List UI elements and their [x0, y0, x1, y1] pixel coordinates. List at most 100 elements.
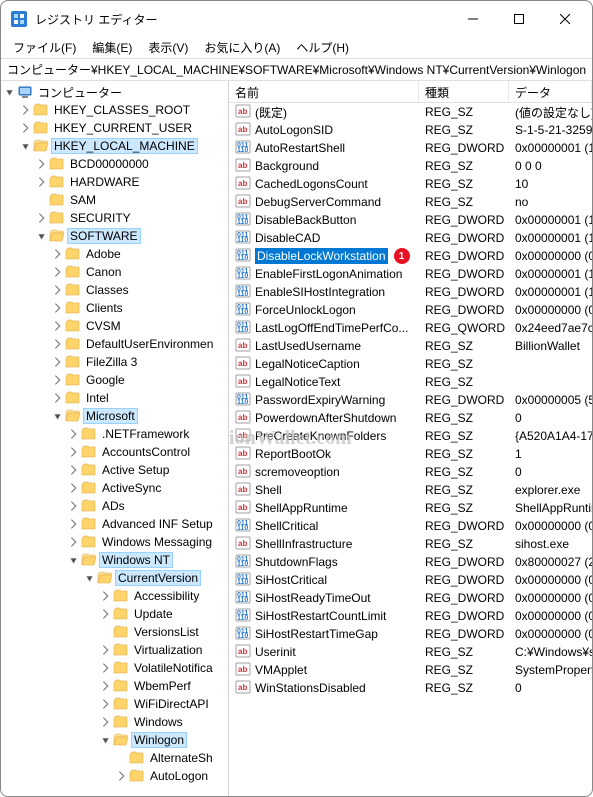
- value-row[interactable]: EnableSIHostIntegrationREG_DWORD0x000000…: [229, 283, 592, 301]
- tree-item[interactable]: FileZilla 3: [3, 353, 228, 371]
- value-row[interactable]: SiHostReadyTimeOutREG_DWORD0x00000000 (0…: [229, 589, 592, 607]
- expand-icon[interactable]: [67, 463, 81, 477]
- list-pane[interactable]: 名前 種類 データ (既定)REG_SZ(値の設定なし)AutoLogonSID…: [229, 81, 592, 796]
- tree-item[interactable]: Clients: [3, 299, 228, 317]
- column-data[interactable]: データ: [509, 81, 592, 102]
- value-row[interactable]: LegalNoticeCaptionREG_SZ: [229, 355, 592, 373]
- menu-file[interactable]: ファイル(F): [5, 37, 84, 58]
- expand-icon[interactable]: [99, 679, 113, 693]
- tree-item[interactable]: CurrentVersion: [3, 569, 228, 587]
- tree-item[interactable]: WbemPerf: [3, 677, 228, 695]
- tree-item[interactable]: DefaultUserEnvironmen: [3, 335, 228, 353]
- collapse-icon[interactable]: [51, 409, 65, 423]
- expand-icon[interactable]: [99, 697, 113, 711]
- value-row[interactable]: PowerdownAfterShutdownREG_SZ0: [229, 409, 592, 427]
- expand-icon[interactable]: [51, 337, 65, 351]
- tree-item[interactable]: WiFiDirectAPI: [3, 695, 228, 713]
- tree-item[interactable]: Active Setup: [3, 461, 228, 479]
- value-row[interactable]: SiHostRestartTimeGapREG_DWORD0x00000000 …: [229, 625, 592, 643]
- tree-item[interactable]: AccountsControl: [3, 443, 228, 461]
- menu-view[interactable]: 表示(V): [140, 37, 196, 58]
- tree-item[interactable]: Windows NT: [3, 551, 228, 569]
- minimize-button[interactable]: [450, 3, 496, 35]
- tree-item[interactable]: Virtualization: [3, 641, 228, 659]
- expand-icon[interactable]: [35, 211, 49, 225]
- tree-item[interactable]: Update: [3, 605, 228, 623]
- tree-item[interactable]: Advanced INF Setup: [3, 515, 228, 533]
- value-row[interactable]: ShutdownFlagsREG_DWORD0x80000027 (214: [229, 553, 592, 571]
- value-row[interactable]: SiHostRestartCountLimitREG_DWORD0x000000…: [229, 607, 592, 625]
- tree-item[interactable]: Windows: [3, 713, 228, 731]
- expand-icon[interactable]: [115, 769, 129, 783]
- expand-icon[interactable]: [67, 427, 81, 441]
- value-row[interactable]: PasswordExpiryWarningREG_DWORD0x00000005…: [229, 391, 592, 409]
- value-row[interactable]: DebugServerCommandREG_SZno: [229, 193, 592, 211]
- menu-favorites[interactable]: お気に入り(A): [196, 37, 288, 58]
- expand-icon[interactable]: [51, 355, 65, 369]
- value-row[interactable]: VMAppletREG_SZSystemPropertie: [229, 661, 592, 679]
- value-row[interactable]: DisableLockWorkstation1REG_DWORD0x000000…: [229, 247, 592, 265]
- expand-icon[interactable]: [35, 175, 49, 189]
- value-row[interactable]: ReportBootOkREG_SZ1: [229, 445, 592, 463]
- collapse-icon[interactable]: [19, 139, 33, 153]
- column-type[interactable]: 種類: [419, 81, 509, 102]
- value-row[interactable]: ForceUnlockLogonREG_DWORD0x00000000 (0): [229, 301, 592, 319]
- value-row[interactable]: PreCreateKnownFoldersREG_SZ{A520A1A4-178…: [229, 427, 592, 445]
- value-row[interactable]: DisableBackButtonREG_DWORD0x00000001 (1): [229, 211, 592, 229]
- expand-icon[interactable]: [51, 283, 65, 297]
- expand-icon[interactable]: [67, 445, 81, 459]
- tree-item[interactable]: AlternateSh: [3, 749, 228, 767]
- expand-icon[interactable]: [99, 715, 113, 729]
- expand-icon[interactable]: [51, 373, 65, 387]
- value-row[interactable]: EnableFirstLogonAnimationREG_DWORD0x0000…: [229, 265, 592, 283]
- tree-item[interactable]: SECURITY: [3, 209, 228, 227]
- tree-item[interactable]: Classes: [3, 281, 228, 299]
- value-row[interactable]: SiHostCriticalREG_DWORD0x00000000 (0): [229, 571, 592, 589]
- collapse-icon[interactable]: [3, 85, 17, 99]
- value-row[interactable]: ShellREG_SZexplorer.exe: [229, 481, 592, 499]
- value-row[interactable]: ShellInfrastructureREG_SZsihost.exe: [229, 535, 592, 553]
- tree-item[interactable]: VersionsList: [3, 623, 228, 641]
- tree-item[interactable]: Microsoft: [3, 407, 228, 425]
- expand-icon[interactable]: [35, 157, 49, 171]
- collapse-icon[interactable]: [99, 733, 113, 747]
- tree-item[interactable]: AutoLogon: [3, 767, 228, 785]
- value-row[interactable]: WinStationsDisabledREG_SZ0: [229, 679, 592, 697]
- expand-icon[interactable]: [99, 643, 113, 657]
- menu-help[interactable]: ヘルプ(H): [288, 37, 357, 58]
- close-button[interactable]: [542, 3, 588, 35]
- tree-item[interactable]: HKEY_LOCAL_MACHINE: [3, 137, 228, 155]
- value-row[interactable]: UserinitREG_SZC:¥Windows¥sys: [229, 643, 592, 661]
- tree-item[interactable]: ADs: [3, 497, 228, 515]
- tree-item[interactable]: Google: [3, 371, 228, 389]
- expand-icon[interactable]: [19, 103, 33, 117]
- column-name[interactable]: 名前: [229, 81, 419, 102]
- collapse-icon[interactable]: [83, 571, 97, 585]
- value-row[interactable]: BackgroundREG_SZ0 0 0: [229, 157, 592, 175]
- tree-item[interactable]: Canon: [3, 263, 228, 281]
- expand-icon[interactable]: [67, 499, 81, 513]
- value-row[interactable]: LastLogOffEndTimePerfCo...REG_QWORD0x24e…: [229, 319, 592, 337]
- expand-icon[interactable]: [67, 517, 81, 531]
- tree-item[interactable]: HKEY_CURRENT_USER: [3, 119, 228, 137]
- address-bar[interactable]: コンピューター¥HKEY_LOCAL_MACHINE¥SOFTWARE¥Micr…: [1, 59, 592, 81]
- tree-item[interactable]: Intel: [3, 389, 228, 407]
- menu-edit[interactable]: 編集(E): [84, 37, 140, 58]
- tree-item[interactable]: VolatileNotifica: [3, 659, 228, 677]
- tree-item[interactable]: HARDWARE: [3, 173, 228, 191]
- expand-icon[interactable]: [51, 265, 65, 279]
- tree-item[interactable]: SAM: [3, 191, 228, 209]
- tree-item[interactable]: .NETFramework: [3, 425, 228, 443]
- value-row[interactable]: LegalNoticeTextREG_SZ: [229, 373, 592, 391]
- tree-item[interactable]: Adobe: [3, 245, 228, 263]
- expand-icon[interactable]: [99, 589, 113, 603]
- expand-icon[interactable]: [51, 319, 65, 333]
- collapse-icon[interactable]: [67, 553, 81, 567]
- value-row[interactable]: (既定)REG_SZ(値の設定なし): [229, 103, 592, 121]
- maximize-button[interactable]: [496, 3, 542, 35]
- expand-icon[interactable]: [51, 391, 65, 405]
- expand-icon[interactable]: [51, 247, 65, 261]
- expand-icon[interactable]: [67, 481, 81, 495]
- collapse-icon[interactable]: [35, 229, 49, 243]
- tree-item[interactable]: CVSM: [3, 317, 228, 335]
